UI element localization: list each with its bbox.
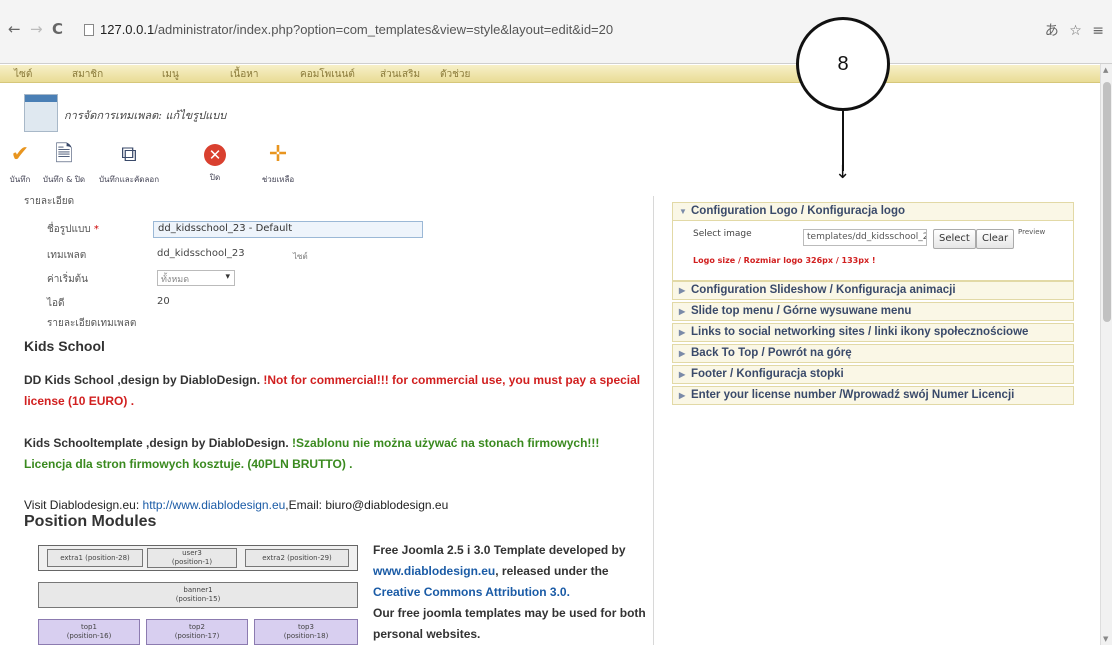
preview-label: Preview [1018, 228, 1046, 236]
accordion-slide-menu[interactable]: ▶ Slide top menu / Górne wysuwane menu [672, 302, 1074, 321]
url-host: 127.0.0.1 [100, 22, 155, 37]
save-close-button[interactable]: 🗎 บันทึก & ปิด [40, 140, 88, 186]
action-toolbar: ✔ บันทึก 🗎 บันทึก & ปิด ⧉ บันทึกและคัดลอ… [0, 140, 1100, 188]
module-extra1: extra1 (position-28) [47, 549, 143, 567]
email-text: biuro@diablodesign.eu [325, 498, 449, 512]
translate-icon[interactable]: あ [1045, 23, 1059, 39]
page-icon [84, 24, 94, 36]
chevron-right-icon: ▶ [679, 286, 686, 295]
page-scrollbar[interactable]: ▲ ▼ [1100, 64, 1112, 645]
template-value: dd_kidsschool_23 [157, 248, 245, 259]
position-modules-heading: Position Modules [24, 513, 157, 530]
id-label: ไอดี [47, 298, 65, 309]
module-top1: top1 (position-16) [38, 619, 140, 645]
module-top3: top3 (position-18) [254, 619, 358, 645]
accordion-logo-header[interactable]: ▼ Configuration Logo / Konfiguracja logo [672, 202, 1074, 221]
id-value: 20 [157, 296, 170, 307]
menu-item-help[interactable]: ตัวช่วย [440, 67, 470, 82]
chevron-right-icon: ▶ [679, 349, 686, 358]
accordion-back-to-top[interactable]: ▶ Back To Top / Powrót na górę [672, 344, 1074, 363]
step-number-callout: 8 [796, 17, 890, 111]
scroll-down-icon[interactable]: ▼ [1103, 635, 1108, 643]
menu-icon[interactable]: ≡ [1092, 23, 1104, 39]
screenshot-root: ← → C 127.0.0.1/administrator/index.php?… [0, 0, 1112, 645]
page-title: การจัดการเทมเพลต: แก้ไขรูปแบบ [64, 109, 227, 122]
menu-item-content[interactable]: เนื้อหา [230, 67, 258, 82]
chevron-right-icon: ▶ [679, 307, 686, 316]
template-label: เทมเพลต [47, 250, 87, 261]
default-select[interactable]: ทั้งหมด ▾ [157, 270, 235, 286]
image-path-input[interactable]: templates/dd_kidsschool_23 [803, 229, 927, 246]
save-copy-button[interactable]: ⧉ บันทึกและคัดลอก [94, 140, 164, 186]
chevron-right-icon: ▶ [679, 328, 686, 337]
description-polish: Kids Schooltemplate ,design by DiabloDes… [24, 436, 600, 471]
style-name-label: ชื่อรูปแบบ * [47, 224, 99, 235]
forward-icon[interactable]: → [30, 20, 43, 38]
module-user3: user3 (position-1) [147, 548, 237, 568]
accordion-slideshow[interactable]: ▶ Configuration Slideshow / Konfiguracja … [672, 281, 1074, 300]
save-button[interactable]: ✔ บันทึก [5, 140, 35, 186]
save-copy-icon: ⧉ [121, 142, 137, 167]
column-divider [653, 196, 654, 645]
module-top2: top2 (position-17) [146, 619, 248, 645]
menu-item-users[interactable]: สมาชิก [72, 67, 103, 82]
kids-school-heading: Kids School [24, 338, 105, 354]
details-legend: รายละเอียด [24, 196, 75, 207]
check-icon: ✔ [10, 142, 30, 167]
save-close-icon: 🗎 [55, 142, 73, 167]
default-label: ค่าเริ่มต้น [47, 274, 89, 285]
admin-menu-bar: ไซต์ สมาชิก เมนู เนื้อหา คอมโพเนนต์ ส่วน… [0, 65, 1100, 83]
diablodesign-site-link[interactable]: www.diablodesign.eu [373, 564, 495, 578]
style-name-input[interactable]: dd_kidsschool_23 - Default [153, 221, 423, 238]
chevron-down-icon: ▼ [679, 207, 687, 216]
template-desc-label: รายละเอียดเทมเพลต [47, 318, 137, 329]
select-arrow-icon: ▾ [225, 272, 230, 282]
chevron-right-icon: ▶ [679, 370, 686, 379]
address-bar[interactable]: 127.0.0.1/administrator/index.php?option… [84, 19, 644, 41]
module-banner1: banner1 (position-15) [38, 582, 358, 608]
menu-item-extensions[interactable]: ส่วนเสริม [380, 67, 420, 82]
template-info-text: Free Joomla 2.5 i 3.0 Template developed… [373, 543, 646, 641]
close-icon: ✕ [204, 144, 226, 166]
visit-line: Visit Diablodesign.eu: http://www.diablo… [24, 498, 449, 512]
arrow-down-icon: ↓ [835, 162, 851, 183]
reload-icon[interactable]: C [52, 20, 63, 38]
template-manager-icon [24, 94, 58, 132]
scrollbar-thumb[interactable] [1103, 82, 1111, 322]
menu-item-menus[interactable]: เมนู [162, 67, 179, 82]
browser-toolbar: ← → C 127.0.0.1/administrator/index.php?… [0, 0, 1112, 64]
clear-button[interactable]: Clear [976, 229, 1015, 249]
cc-license-link[interactable]: Creative Commons Attribution 3.0. [373, 585, 570, 599]
chevron-right-icon: ▶ [679, 391, 686, 400]
diablodesign-link[interactable]: http://www.diablodesign.eu [143, 498, 286, 512]
accordion-license[interactable]: ▶ Enter your license number /Wprowadź swó… [672, 386, 1074, 405]
module-extra2: extra2 (position-29) [245, 549, 349, 567]
url-path: /administrator/index.php?option=com_temp… [154, 22, 614, 37]
browser-actions: あ ☆ ≡ [1039, 20, 1104, 40]
accordion-footer[interactable]: ▶ Footer / Konfiguracja stopki [672, 365, 1074, 384]
bookmark-star-icon[interactable]: ☆ [1069, 23, 1082, 39]
help-button[interactable]: ✛ ช่วยเหลือ [258, 140, 298, 186]
accordion-social-links[interactable]: ▶ Links to social networking sites / link… [672, 323, 1074, 342]
menu-item-site[interactable]: ไซต์ [14, 67, 32, 82]
select-button[interactable]: Select [933, 229, 976, 249]
menu-item-components[interactable]: คอมโพเนนต์ [300, 67, 355, 82]
logo-size-note: Logo size / Rozmiar logo 326px / 133px ! [693, 256, 876, 265]
description-english: DD Kids School ,design by DiabloDesign. … [24, 373, 641, 408]
close-button[interactable]: ✕ ปิด [200, 140, 230, 186]
back-icon[interactable]: ← [8, 20, 21, 38]
help-icon: ✛ [268, 142, 288, 167]
site-note: ไซต์ [293, 252, 308, 261]
select-image-label: Select image [693, 229, 752, 239]
scroll-up-icon[interactable]: ▲ [1103, 66, 1108, 74]
